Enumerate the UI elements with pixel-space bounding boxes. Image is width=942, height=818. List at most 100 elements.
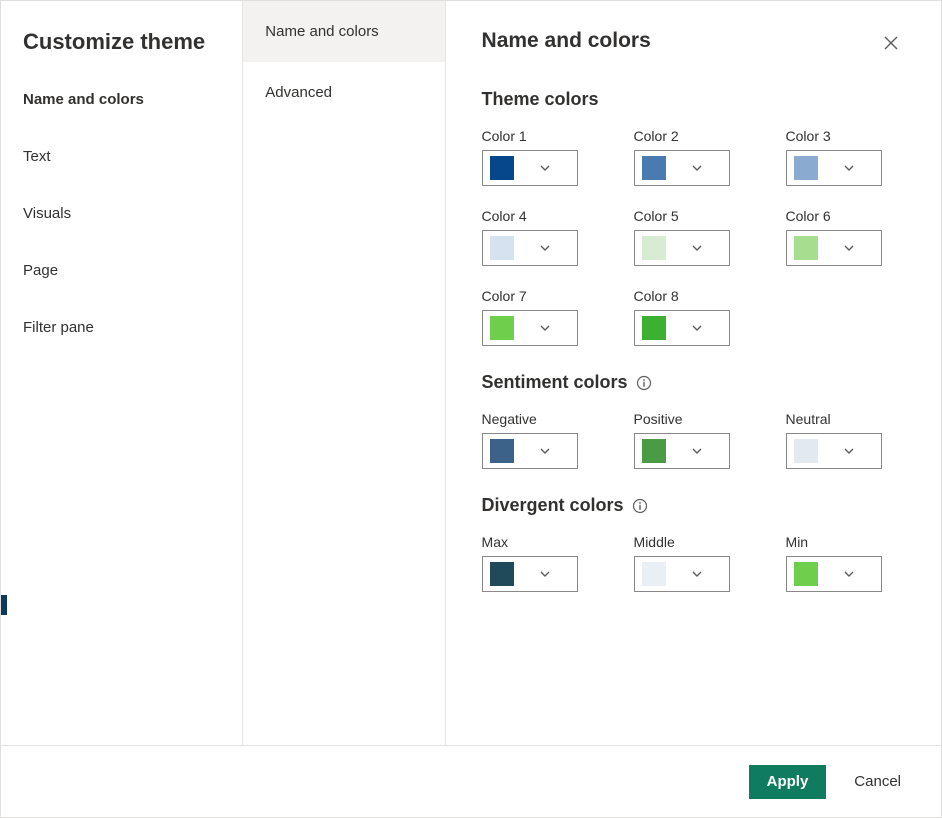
category-sidebar: Customize theme Name and colorsTextVisua… xyxy=(1,1,243,745)
chevron-down-icon xyxy=(666,162,729,174)
customize-theme-dialog: Customize theme Name and colorsTextVisua… xyxy=(0,0,942,818)
color-swatch-block: Min xyxy=(786,534,926,592)
color-swatch xyxy=(794,562,818,586)
color-picker-dropdown[interactable] xyxy=(482,556,578,592)
color-swatch xyxy=(794,156,818,180)
chevron-down-icon xyxy=(514,162,577,174)
color-swatch xyxy=(642,236,666,260)
color-swatch xyxy=(794,439,818,463)
color-swatch xyxy=(794,236,818,260)
color-swatch-label: Color 6 xyxy=(786,208,926,224)
settings-panel: Name and colors Theme colors Color 1 Colo… xyxy=(446,1,941,745)
color-swatch-label: Negative xyxy=(482,411,622,427)
subcategory-item-name-colors[interactable]: Name and colors xyxy=(243,1,444,62)
chevron-down-icon xyxy=(666,445,729,457)
color-picker-dropdown[interactable] xyxy=(786,556,882,592)
panel-title: Name and colors xyxy=(482,29,651,53)
chevron-down-icon xyxy=(666,322,729,334)
sentiment-colors-grid: NegativePositiveNeutral xyxy=(482,411,905,469)
color-picker-dropdown[interactable] xyxy=(482,230,578,266)
close-button[interactable] xyxy=(877,29,905,57)
color-swatch-block: Color 5 xyxy=(634,208,774,266)
color-swatch xyxy=(642,439,666,463)
theme-colors-grid: Color 1Color 2Color 3Color 4Color 5Color… xyxy=(482,128,905,346)
chevron-down-icon xyxy=(666,568,729,580)
dialog-body: Customize theme Name and colorsTextVisua… xyxy=(1,1,941,745)
chevron-down-icon xyxy=(666,242,729,254)
color-swatch-label: Positive xyxy=(634,411,774,427)
color-picker-dropdown[interactable] xyxy=(482,150,578,186)
color-swatch-label: Color 8 xyxy=(634,288,774,304)
color-picker-dropdown[interactable] xyxy=(634,230,730,266)
color-picker-dropdown[interactable] xyxy=(786,150,882,186)
color-swatch-label: Color 4 xyxy=(482,208,622,224)
category-item-name-colors[interactable]: Name and colors xyxy=(1,71,242,128)
color-swatch-block: Positive xyxy=(634,411,774,469)
section-title-sentiment-colors: Sentiment colors xyxy=(482,372,905,393)
color-swatch-block: Max xyxy=(482,534,622,592)
chevron-down-icon xyxy=(514,568,577,580)
section-title-text: Theme colors xyxy=(482,89,599,110)
dialog-title: Customize theme xyxy=(1,1,242,71)
color-swatch-label: Color 1 xyxy=(482,128,622,144)
section-title-divergent-colors: Divergent colors xyxy=(482,495,905,516)
color-swatch-block: Color 1 xyxy=(482,128,622,186)
color-picker-dropdown[interactable] xyxy=(634,433,730,469)
color-picker-dropdown[interactable] xyxy=(634,556,730,592)
color-swatch xyxy=(490,236,514,260)
section-title-text: Divergent colors xyxy=(482,495,624,516)
chevron-down-icon xyxy=(514,242,577,254)
color-swatch-label: Middle xyxy=(634,534,774,550)
color-swatch-block: Color 4 xyxy=(482,208,622,266)
subcategory-sidebar: Name and colorsAdvanced xyxy=(243,1,445,745)
color-swatch-block: Color 2 xyxy=(634,128,774,186)
category-item-filter-pane[interactable]: Filter pane xyxy=(1,299,242,356)
color-swatch xyxy=(490,439,514,463)
sidebar-accent xyxy=(1,595,7,615)
info-icon[interactable] xyxy=(632,498,648,514)
color-picker-dropdown[interactable] xyxy=(634,150,730,186)
info-icon[interactable] xyxy=(636,375,652,391)
category-item-page[interactable]: Page xyxy=(1,242,242,299)
close-icon xyxy=(884,36,898,50)
color-swatch-block: Color 6 xyxy=(786,208,926,266)
color-swatch xyxy=(490,562,514,586)
color-picker-dropdown[interactable] xyxy=(482,433,578,469)
color-swatch xyxy=(490,156,514,180)
color-swatch-label: Color 7 xyxy=(482,288,622,304)
color-swatch xyxy=(490,316,514,340)
color-swatch-label: Color 3 xyxy=(786,128,926,144)
color-swatch-block: Negative xyxy=(482,411,622,469)
chevron-down-icon xyxy=(514,322,577,334)
color-swatch xyxy=(642,562,666,586)
color-swatch xyxy=(642,316,666,340)
color-swatch-block: Middle xyxy=(634,534,774,592)
color-swatch-block: Color 7 xyxy=(482,288,622,346)
color-swatch-label: Color 2 xyxy=(634,128,774,144)
color-swatch-block: Neutral xyxy=(786,411,926,469)
color-swatch xyxy=(642,156,666,180)
divergent-colors-grid: MaxMiddleMin xyxy=(482,534,905,592)
color-swatch-label: Color 5 xyxy=(634,208,774,224)
subcategory-item-advanced[interactable]: Advanced xyxy=(243,62,444,123)
color-picker-dropdown[interactable] xyxy=(786,230,882,266)
color-swatch-block: Color 3 xyxy=(786,128,926,186)
section-title-theme-colors: Theme colors xyxy=(482,89,905,110)
color-picker-dropdown[interactable] xyxy=(634,310,730,346)
chevron-down-icon xyxy=(818,242,881,254)
apply-button[interactable]: Apply xyxy=(749,765,827,799)
color-picker-dropdown[interactable] xyxy=(482,310,578,346)
chevron-down-icon xyxy=(818,568,881,580)
color-swatch-label: Neutral xyxy=(786,411,926,427)
category-item-visuals[interactable]: Visuals xyxy=(1,185,242,242)
panel-header: Name and colors xyxy=(482,29,905,81)
color-picker-dropdown[interactable] xyxy=(786,433,882,469)
category-item-text[interactable]: Text xyxy=(1,128,242,185)
color-swatch-label: Max xyxy=(482,534,622,550)
cancel-button[interactable]: Cancel xyxy=(854,765,901,799)
color-swatch-label: Min xyxy=(786,534,926,550)
chevron-down-icon xyxy=(818,162,881,174)
chevron-down-icon xyxy=(818,445,881,457)
color-swatch-block: Color 8 xyxy=(634,288,774,346)
dialog-footer: Apply Cancel xyxy=(1,745,941,817)
